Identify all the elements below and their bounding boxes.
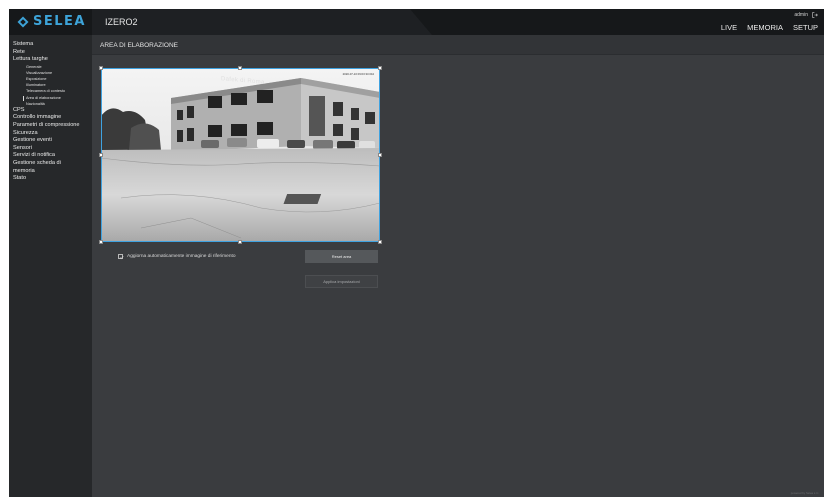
roi-handle-bottom-right[interactable]	[378, 240, 382, 244]
sidebar-item-sicurezza[interactable]: Sicurezza	[9, 130, 92, 138]
user-area: admin	[794, 12, 818, 18]
nav-live[interactable]: LIVE	[721, 23, 737, 32]
page-title: AREA DI ELABORAZIONE	[100, 42, 179, 49]
apply-settings-button[interactable]: Applica impostazioni	[305, 275, 378, 288]
sidebar-item-rete[interactable]: Rete	[9, 49, 92, 57]
sidebar-item-sensori[interactable]: Sensori	[9, 145, 92, 153]
camera-preview[interactable]: Dafek di Roma 2020-07-10 09:03:33.044	[99, 66, 382, 244]
logo-text: SELEA	[33, 14, 86, 29]
roi-handle-bottom-left[interactable]	[99, 240, 103, 244]
logout-icon[interactable]	[812, 12, 818, 18]
app-window: SELEA IZERO2 admin LIVE MEMORIA SETUP Si…	[9, 9, 824, 497]
sidebar-item-gestione-scheda-di-memoria[interactable]: Gestione scheda di memoria	[9, 160, 92, 175]
roi-handle-top[interactable]	[238, 66, 242, 70]
top-navigation: LIVE MEMORIA SETUP	[721, 23, 818, 32]
sidebar-item-gestione-eventi[interactable]: Gestione eventi	[9, 137, 92, 145]
roi-rectangle[interactable]	[101, 68, 380, 242]
selea-diamond-icon	[17, 16, 29, 27]
roi-handle-top-left[interactable]	[99, 66, 103, 70]
sidebar-subitem-nazionalit[interactable]: Nazionalità	[9, 101, 92, 107]
username: admin	[794, 12, 808, 18]
sidebar-item-parametri-di-compressione[interactable]: Parametri di compressione	[9, 122, 92, 130]
nav-setup[interactable]: SETUP	[793, 23, 818, 32]
sidebar-item-servizi-di-notifica[interactable]: Servizi di notifica	[9, 152, 92, 160]
sidebar-item-cps[interactable]: CPS	[9, 107, 92, 115]
auto-update-checkbox[interactable]	[118, 254, 124, 259]
check-icon	[119, 255, 124, 259]
roi-handle-left[interactable]	[99, 153, 103, 157]
header-bar: SELEA IZERO2 admin LIVE MEMORIA SETUP	[9, 9, 824, 35]
header-tab-shape	[92, 9, 432, 35]
auto-update-label: Aggiorna automaticamente immagine di rif…	[127, 254, 236, 259]
roi-handle-bottom[interactable]	[238, 240, 242, 244]
sidebar-item-lettura-targhe[interactable]: Lettura targhe	[9, 56, 92, 64]
sidebar-item-controllo-immagine[interactable]: Controllo immagine	[9, 114, 92, 122]
roi-handle-right[interactable]	[378, 153, 382, 157]
reset-area-button[interactable]: Reset area	[305, 250, 378, 263]
sidebar: Sistema Rete Lettura targhe Generale Visuali…	[9, 35, 92, 497]
page-title-bar: AREA DI ELABORAZIONE	[92, 35, 824, 55]
footer-credit: powered by Selea s.r.l.	[790, 491, 819, 495]
sidebar-item-stato[interactable]: Stato	[9, 175, 92, 183]
brand-logo: SELEA	[17, 14, 86, 29]
main-content: AREA DI ELABORAZIONE Dafek di Roma 2020-…	[92, 35, 824, 497]
device-name: IZERO2	[105, 17, 138, 27]
roi-handle-top-right[interactable]	[378, 66, 382, 70]
nav-memoria[interactable]: MEMORIA	[747, 23, 783, 32]
auto-update-checkbox-row[interactable]: Aggiorna automaticamente immagine di rif…	[118, 254, 236, 259]
sidebar-item-sistema[interactable]: Sistema	[9, 41, 92, 49]
